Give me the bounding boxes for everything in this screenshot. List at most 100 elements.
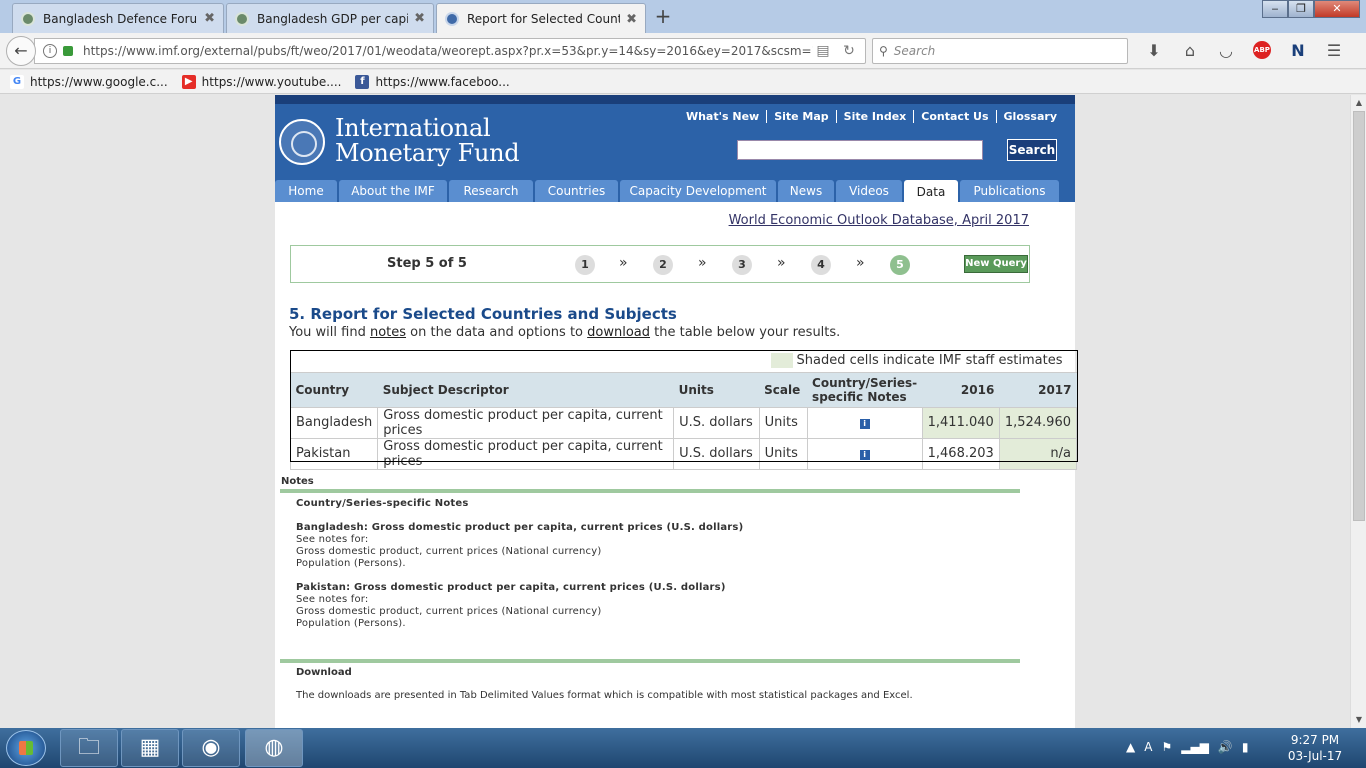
step-3[interactable]: 3 <box>732 255 752 275</box>
nav-capacity-development[interactable]: Capacity Development <box>620 180 776 202</box>
info-icon[interactable]: i <box>859 450 870 460</box>
home-icon[interactable]: ⌂ <box>1172 41 1208 60</box>
link-site-map[interactable]: Site Map <box>767 110 837 123</box>
site-search-button[interactable]: Search <box>1007 139 1057 161</box>
maximize-button[interactable]: ❐ <box>1288 0 1314 18</box>
step-4[interactable]: 4 <box>811 255 831 275</box>
adblock-icon[interactable]: ABP <box>1253 41 1271 59</box>
imf-seal-logo[interactable] <box>279 119 325 165</box>
download-icon[interactable]: ⬇ <box>1136 41 1172 60</box>
close-tab-icon[interactable]: ✖ <box>414 11 425 26</box>
taskbar-clock[interactable]: 9:27 PM 03-Jul-17 <box>1280 732 1350 764</box>
google-icon: G <box>10 74 24 89</box>
browser-tab-bar: Bangladesh Defence Forum ✖ Bangladesh GD… <box>0 0 1366 34</box>
link-site-index[interactable]: Site Index <box>837 110 915 123</box>
network-icon[interactable]: ▂▄▆ <box>1181 740 1209 754</box>
download-divider <box>280 659 1020 663</box>
pakistan-note-head: Pakistan: Gross domestic product per cap… <box>296 582 726 593</box>
firefox-icon[interactable]: ◍ <box>245 729 303 767</box>
start-button[interactable] <box>6 730 46 766</box>
notes-title: Notes <box>281 476 314 487</box>
notes-link[interactable]: notes <box>370 325 406 340</box>
tab-bangladesh-gdp[interactable]: Bangladesh GDP per capita h ✖ <box>226 3 434 33</box>
new-query-button[interactable]: New Query <box>964 255 1028 273</box>
nav-home[interactable]: Home <box>275 180 337 202</box>
nav-countries[interactable]: Countries <box>535 180 618 202</box>
notes-header-line1: Country/Series- <box>812 375 918 390</box>
nav-videos[interactable]: Videos <box>836 180 902 202</box>
youtube-icon: ▶ <box>181 74 196 89</box>
toolbar-icons: ⬇ ⌂ ◡ ABP N ☰ <box>1136 41 1352 60</box>
page-scrollbar[interactable]: ▲ ▼ <box>1350 95 1366 728</box>
cell-scale: Units <box>758 406 808 439</box>
close-window-button[interactable]: ✕ <box>1314 0 1360 18</box>
link-contact-us[interactable]: Contact Us <box>914 110 997 123</box>
weo-database-link[interactable]: World Economic Outlook Database, April 2… <box>729 213 1029 228</box>
scroll-thumb[interactable] <box>1353 111 1365 521</box>
nav-data[interactable]: Data <box>904 180 958 202</box>
bookmarks-bar: G https://www.google.c... ▶ https://www.… <box>0 70 1366 94</box>
extension-n-icon[interactable]: N <box>1280 41 1316 60</box>
flag-icon[interactable]: ⚑ <box>1161 740 1172 754</box>
chrome-icon[interactable]: ◉ <box>182 729 240 767</box>
col-header-2017: 2017 <box>999 371 1077 408</box>
step-2[interactable]: 2 <box>653 255 673 275</box>
tab-title: Bangladesh Defence Forum <box>43 11 199 26</box>
nav-research[interactable]: Research <box>449 180 533 202</box>
url-bar[interactable]: i https://www.imf.org/external/pubs/ft/w… <box>34 38 866 64</box>
pocket-icon[interactable]: ◡ <box>1208 41 1244 60</box>
step-arrow-icon: » <box>856 255 865 271</box>
site-search-input[interactable] <box>737 140 983 160</box>
note-line: Population (Persons). <box>296 558 406 569</box>
scroll-down-icon[interactable]: ▼ <box>1351 712 1366 728</box>
close-tab-icon[interactable]: ✖ <box>626 12 637 27</box>
link-glossary[interactable]: Glossary <box>997 110 1057 123</box>
close-tab-icon[interactable]: ✖ <box>204 11 215 26</box>
site-info-icon[interactable]: i <box>43 44 57 58</box>
calculator-icon[interactable]: ▦ <box>121 729 179 767</box>
download-text: The downloads are presented in Tab Delim… <box>296 690 913 701</box>
url-text[interactable]: https://www.imf.org/external/pubs/ft/weo… <box>83 44 813 58</box>
battery-icon[interactable]: ▮ <box>1242 740 1249 754</box>
nav-about-the-imf[interactable]: About the IMF <box>339 180 447 202</box>
scroll-up-icon[interactable]: ▲ <box>1351 95 1366 111</box>
reload-icon[interactable]: ↻ <box>839 43 859 59</box>
back-button[interactable]: ← <box>6 36 36 66</box>
cell-notes: i <box>806 437 923 470</box>
tab-bangladesh-defence-forum[interactable]: Bangladesh Defence Forum ✖ <box>12 3 224 33</box>
keyboard-icon[interactable]: A <box>1144 740 1152 754</box>
file-explorer-icon[interactable]: 🗀 <box>60 729 118 767</box>
window-controls: ‒ ❐ ✕ <box>1262 0 1360 18</box>
reader-view-icon[interactable]: ▤ <box>813 43 833 59</box>
cell-notes: i <box>806 406 923 439</box>
bookmark-youtube[interactable]: ▶ https://www.youtube.... <box>181 74 341 89</box>
tray-expand-icon[interactable]: ▲ <box>1126 740 1135 754</box>
link-whats-new[interactable]: What's New <box>679 110 768 123</box>
cell-country: Pakistan <box>289 437 379 470</box>
bookmark-google[interactable]: G https://www.google.c... <box>10 74 168 89</box>
nav-news[interactable]: News <box>778 180 834 202</box>
bookmark-facebook[interactable]: f https://www.faceboo... <box>355 74 510 89</box>
subtitle-text: on the data and options to <box>406 325 588 340</box>
cell-subject: Gross domestic product per capita, curre… <box>377 437 675 470</box>
new-tab-button[interactable]: + <box>652 4 674 28</box>
download-link[interactable]: download <box>587 325 650 340</box>
cell-value-2017: n/a <box>998 437 1078 470</box>
search-input[interactable]: ⚲ Search <box>872 38 1128 64</box>
info-icon[interactable]: i <box>859 419 870 429</box>
cell-scale: Units <box>758 437 808 470</box>
tab-report-selected-countries[interactable]: Report for Selected Countries ✖ <box>436 3 646 34</box>
minimize-button[interactable]: ‒ <box>1262 0 1288 18</box>
col-header-units: Units <box>673 371 760 408</box>
notes-header-line2: specific Notes <box>812 389 907 404</box>
volume-icon[interactable]: 🔊 <box>1218 740 1233 754</box>
step-1[interactable]: 1 <box>575 255 595 275</box>
imf-logo-text[interactable]: International Monetary Fund <box>335 116 520 166</box>
main-nav: Home About the IMF Research Countries Ca… <box>275 180 1075 202</box>
bookmark-label: https://www.google.c... <box>30 74 168 89</box>
nav-publications[interactable]: Publications <box>960 180 1059 202</box>
menu-icon[interactable]: ☰ <box>1316 41 1352 60</box>
note-line: Population (Persons). <box>296 618 406 629</box>
download-title: Download <box>296 667 352 678</box>
